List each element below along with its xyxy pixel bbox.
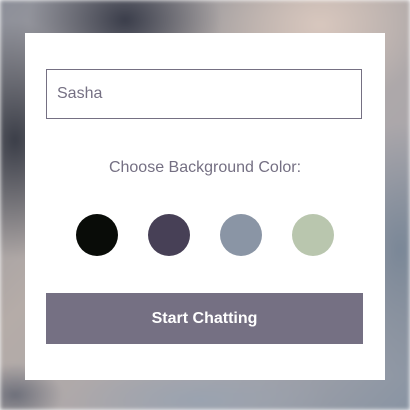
color-option-black[interactable]: [76, 214, 118, 256]
choose-background-color-label: Choose Background Color:: [108, 159, 302, 176]
color-option-sage[interactable]: [292, 214, 334, 256]
color-option-purple[interactable]: [148, 214, 190, 256]
name-input[interactable]: [46, 69, 362, 119]
color-option-slate[interactable]: [220, 214, 262, 256]
color-options: [76, 214, 334, 256]
start-card: Choose Background Color: Start Chatting: [25, 33, 385, 380]
start-chatting-button[interactable]: Start Chatting: [46, 293, 363, 344]
